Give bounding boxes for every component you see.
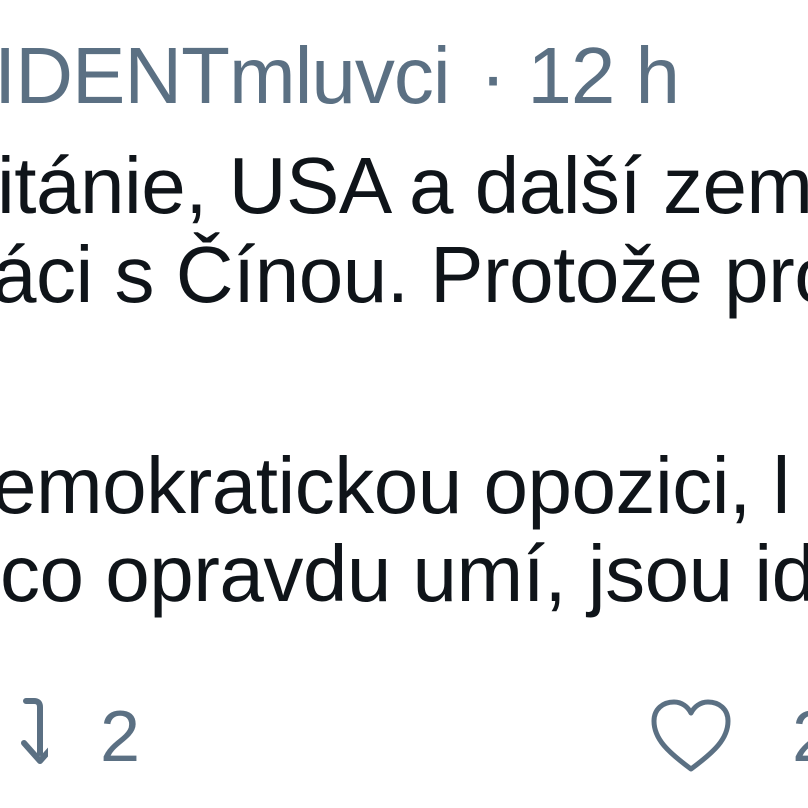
author-handle[interactable]: IDENTmluvci bbox=[0, 31, 451, 120]
tweet-text-fragment: emokratickou opozici, l bbox=[0, 441, 790, 530]
tweet-timestamp[interactable]: 12 h bbox=[527, 31, 680, 120]
tweet-header: IDENTmluvci · 12 h bbox=[0, 30, 680, 122]
tweet-text-line: emokratickou opozici, l bbox=[0, 440, 790, 532]
like-button[interactable]: 2 bbox=[648, 692, 808, 782]
tweet-card[interactable]: IDENTmluvci · 12 h itánie, USA a další zem… bbox=[0, 0, 808, 808]
like-count: 2 bbox=[792, 696, 808, 778]
tweet-text-line: co opravdu umí, jsou id bbox=[0, 529, 808, 618]
tweet-text-line: áci s Čínou. Protože pro bbox=[0, 230, 808, 319]
retweet-icon bbox=[0, 695, 48, 779]
tweet-text-line: itánie, USA a další zemé bbox=[0, 141, 808, 230]
retweet-button[interactable]: 2 bbox=[0, 692, 140, 782]
heart-icon bbox=[648, 697, 734, 777]
retweet-count: 2 bbox=[100, 697, 141, 777]
separator-dot: · bbox=[479, 31, 507, 120]
